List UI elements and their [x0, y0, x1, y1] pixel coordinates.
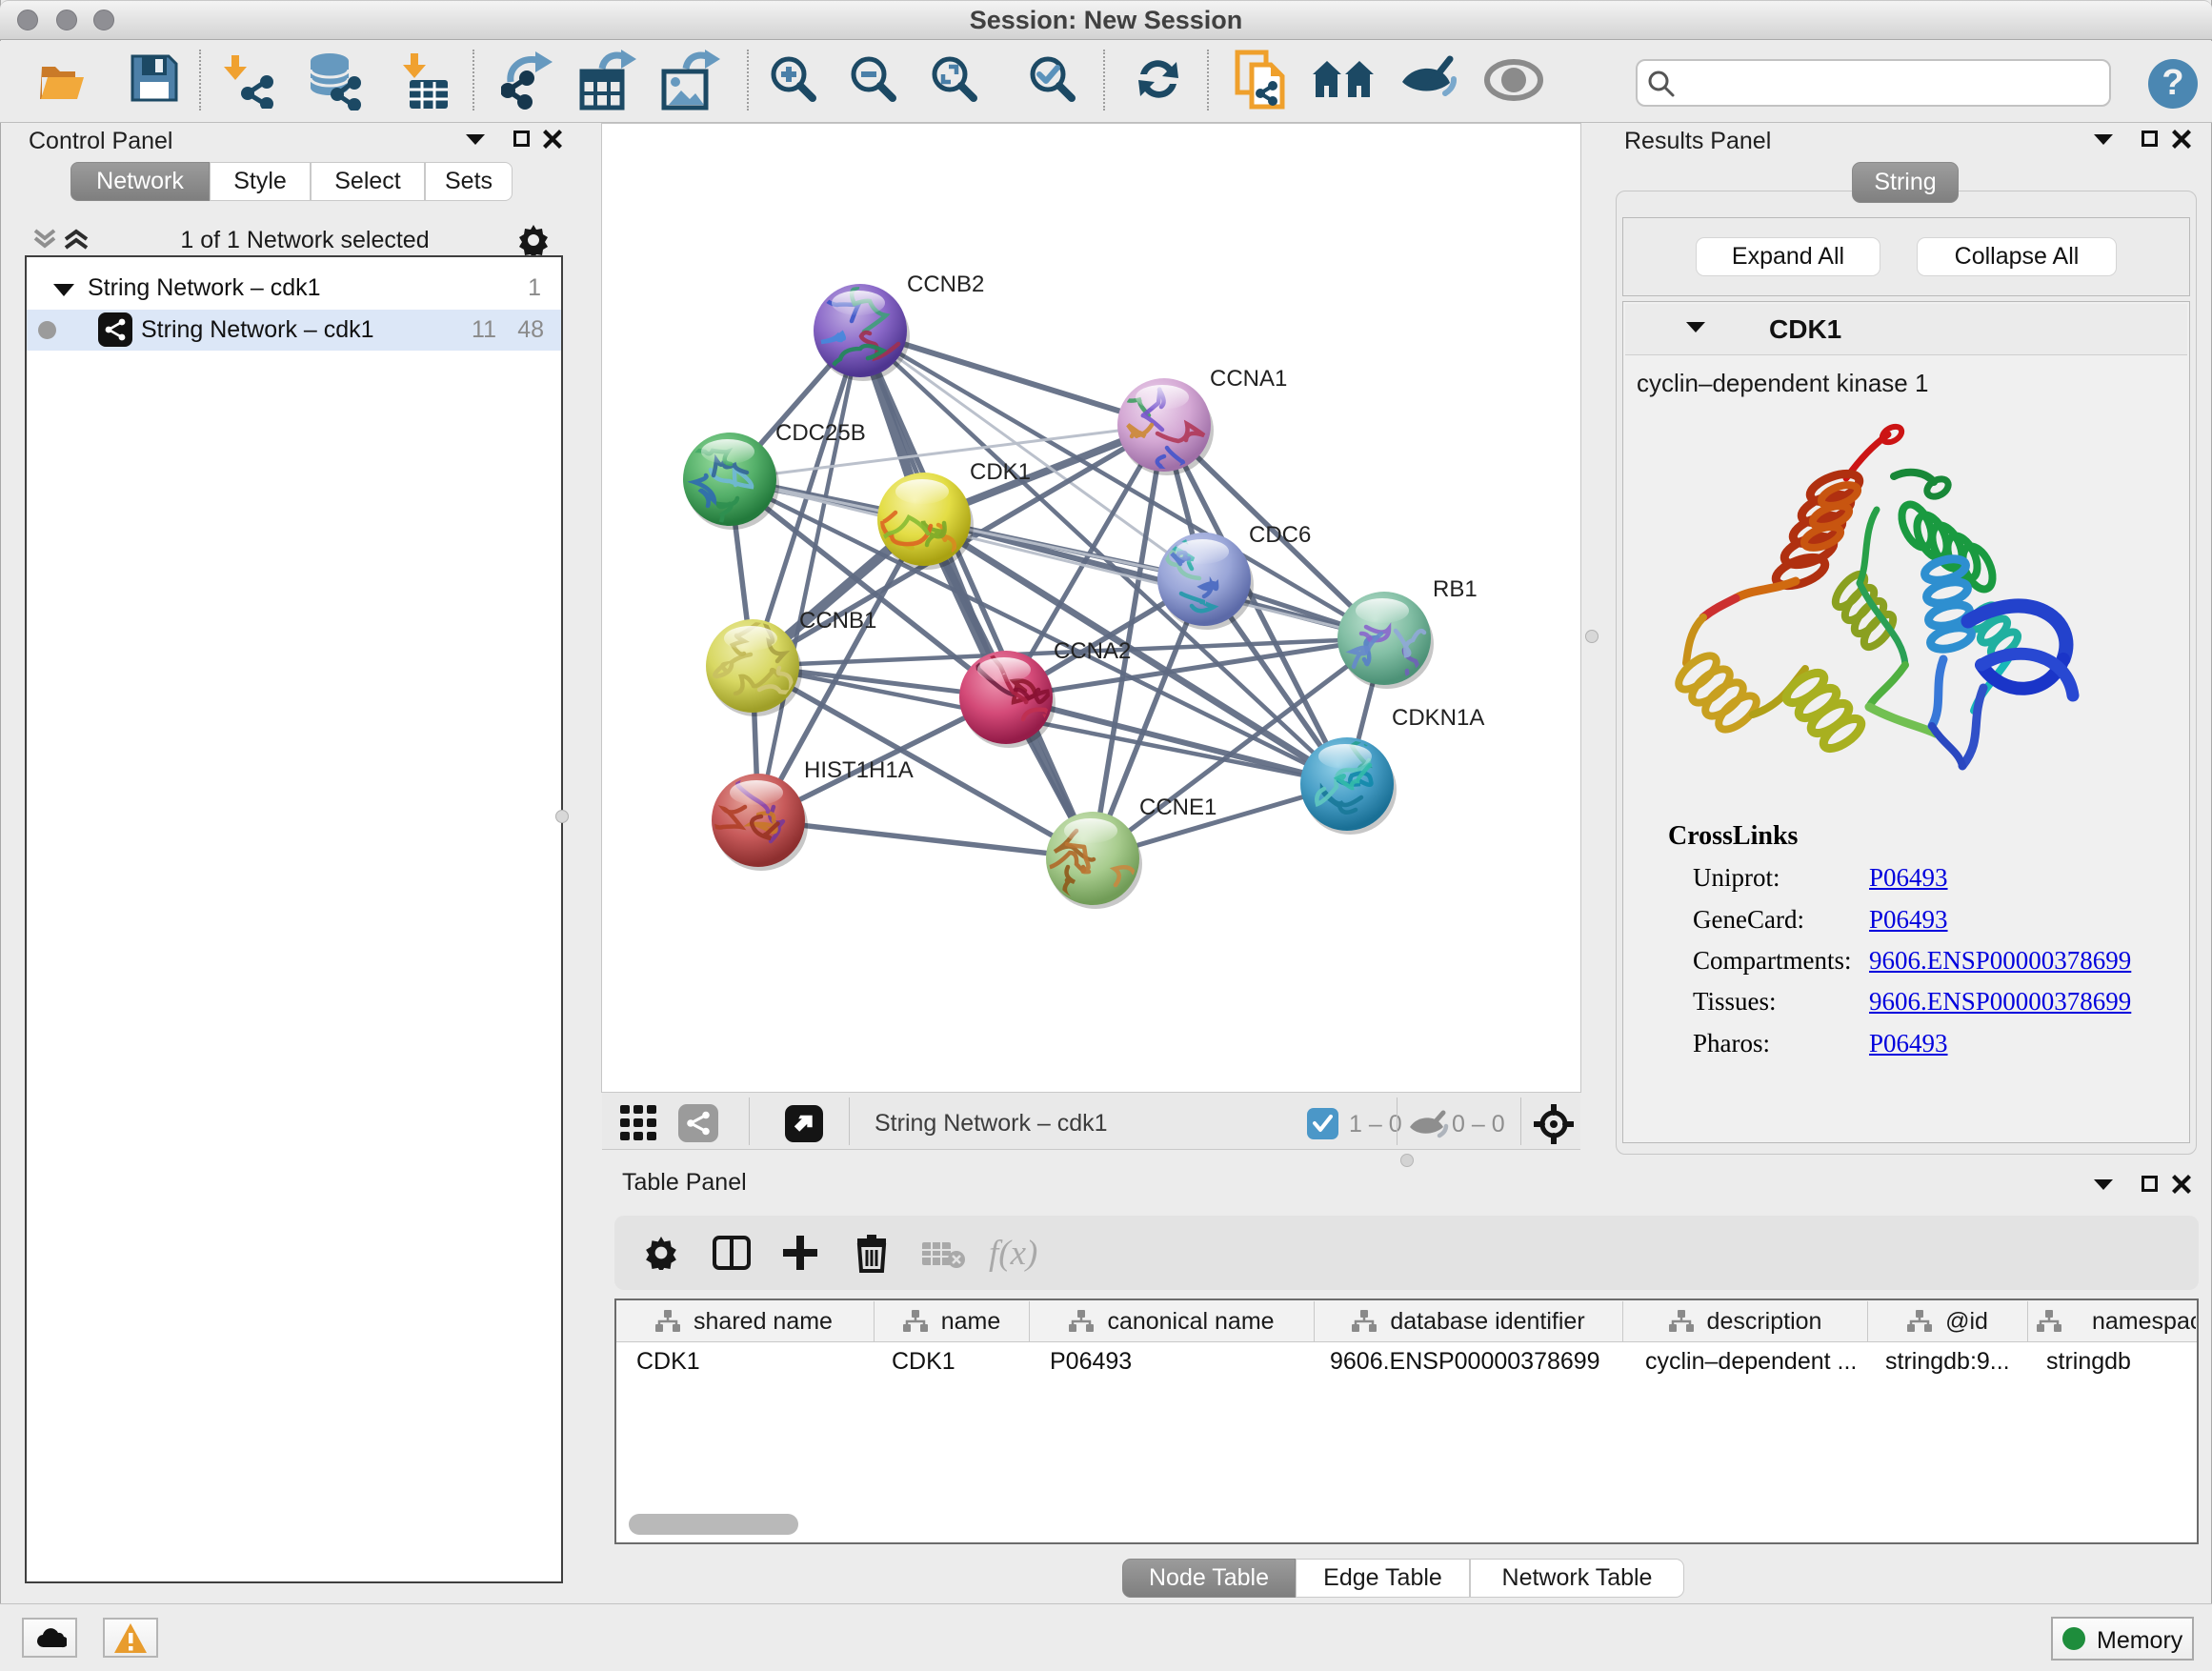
- svg-text:CCNE1: CCNE1: [1139, 795, 1217, 820]
- svg-text:CCNA2: CCNA2: [1054, 638, 1131, 664]
- svg-text:CDK1: CDK1: [970, 459, 1031, 485]
- svg-text:RB1: RB1: [1433, 576, 1478, 602]
- svg-text:CDKN1A: CDKN1A: [1392, 705, 1484, 731]
- svg-text:CCNB1: CCNB1: [799, 608, 876, 634]
- svg-text:CDC25B: CDC25B: [775, 420, 866, 446]
- svg-text:CCNA1: CCNA1: [1210, 366, 1287, 392]
- svg-text:CDC6: CDC6: [1249, 522, 1311, 548]
- svg-text:CCNB2: CCNB2: [907, 272, 984, 297]
- svg-text:HIST1H1A: HIST1H1A: [804, 757, 914, 783]
